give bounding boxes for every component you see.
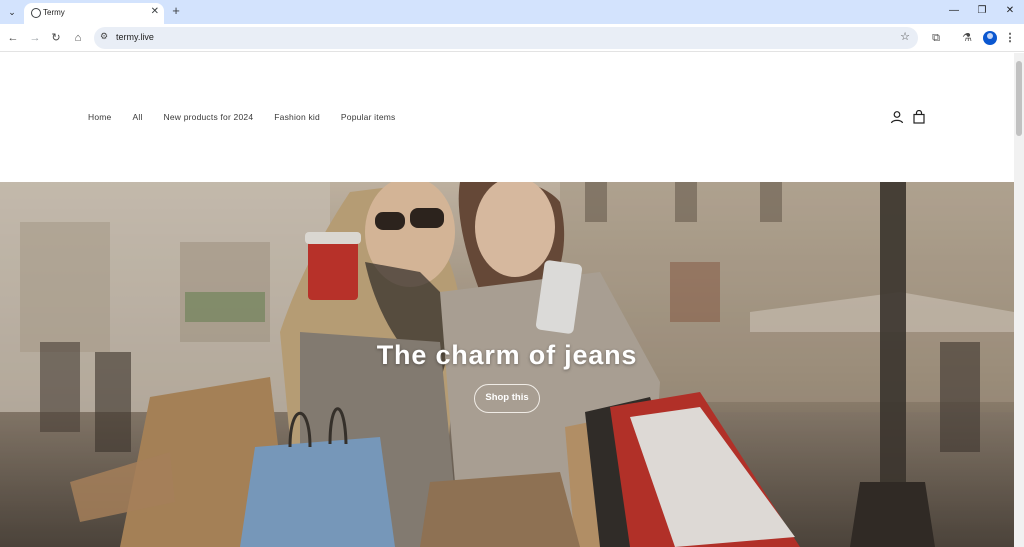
new-tab-plus-icon[interactable]: + (169, 4, 183, 18)
restore-icon[interactable]: ❐ (974, 3, 990, 19)
shop-this-button[interactable]: Shop this (474, 384, 540, 413)
bookmark-star-icon[interactable]: ☆ (900, 30, 910, 43)
tab-search-chevron-down-icon[interactable]: ⌄ (4, 4, 20, 20)
forward-arrow-right-icon[interactable]: → (27, 30, 43, 46)
extensions-puzzle-icon[interactable]: ⧉ (928, 30, 944, 46)
nav-item-new-products[interactable]: New products for 2024 (164, 112, 254, 126)
reload-icon[interactable]: ↻ (48, 30, 64, 46)
hero-title: The charm of jeans (376, 340, 638, 370)
labs-flask-icon[interactable]: ⚗ (959, 30, 975, 46)
address-bar[interactable]: ⚙ termy.live ☆ (94, 27, 918, 49)
globe-icon (31, 8, 41, 18)
account-icon[interactable] (890, 110, 904, 124)
tab-title: Termy (43, 8, 65, 17)
url-text[interactable]: termy.live (116, 32, 154, 42)
kebab-menu-icon[interactable]: ⋮ (1002, 30, 1018, 46)
hero-banner: The charm of jeans Shop this (0, 182, 1014, 547)
nav-item-fashion-kid[interactable]: Fashion kid (274, 112, 320, 126)
page-viewport: Home All New products for 2024 Fashion k… (0, 53, 1014, 547)
browser-tab[interactable]: Termy ✕ (24, 3, 164, 24)
site-info-tune-icon[interactable]: ⚙ (100, 31, 108, 42)
nav-item-all[interactable]: All (132, 112, 142, 126)
main-nav: Home All New products for 2024 Fashion k… (88, 112, 417, 126)
browser-tab-strip: ⌄ Termy ✕ + — ❐ ✕ (0, 0, 1024, 24)
page-scrollbar[interactable] (1014, 53, 1024, 547)
home-icon[interactable]: ⌂ (70, 30, 86, 46)
minimize-icon[interactable]: — (946, 3, 962, 19)
nav-item-popular-items[interactable]: Popular items (341, 112, 396, 126)
profile-avatar-icon[interactable] (983, 31, 997, 45)
back-arrow-left-icon[interactable]: ← (5, 30, 21, 46)
cart-icon[interactable] (912, 110, 926, 124)
browser-toolbar: ← → ↻ ⌂ ⚙ termy.live ☆ ⧉ ⚗ ⋮ (0, 24, 1024, 52)
nav-item-home[interactable]: Home (88, 112, 111, 126)
close-window-icon[interactable]: ✕ (1002, 3, 1018, 19)
tab-close-icon[interactable]: ✕ (151, 6, 159, 17)
scrollbar-thumb[interactable] (1016, 61, 1022, 136)
